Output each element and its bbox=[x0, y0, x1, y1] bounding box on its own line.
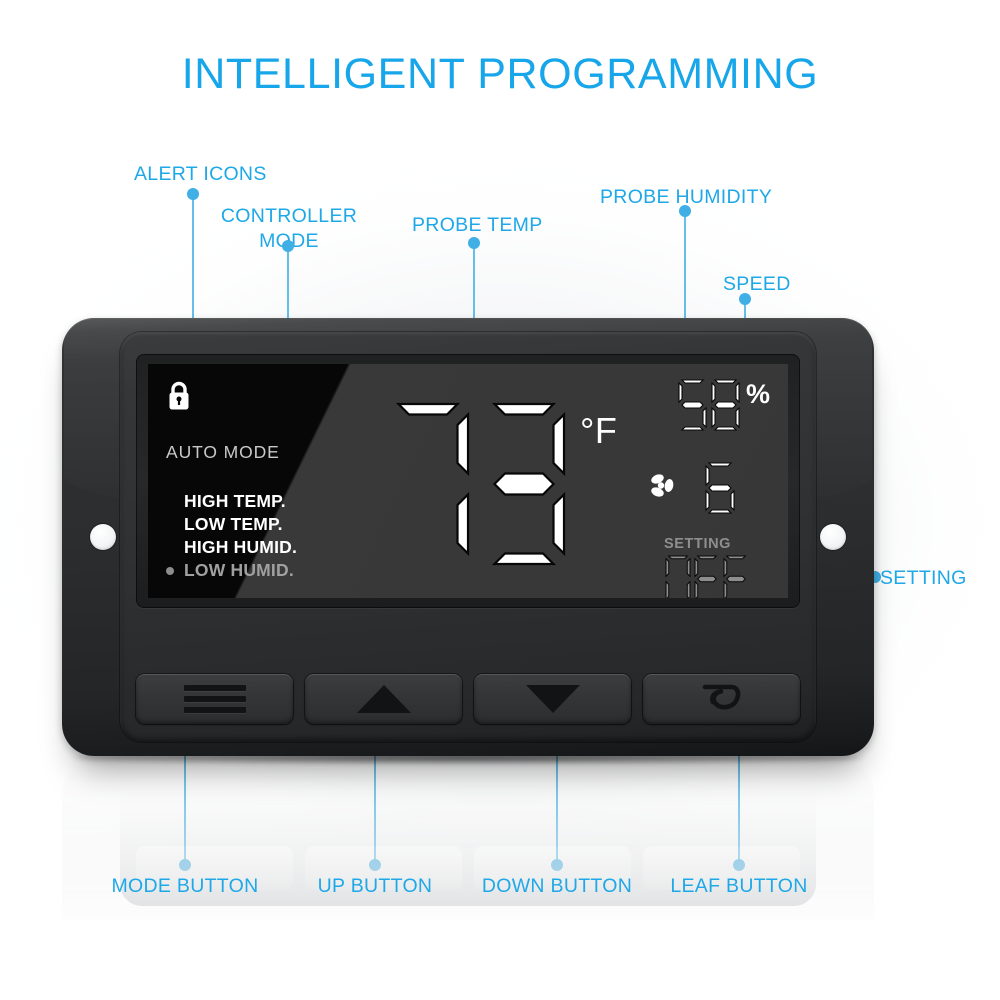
callout-leaf-button: LEAF BUTTON bbox=[670, 875, 808, 897]
bottom-callout-group: MODE BUTTON UP BUTTON DOWN BUTTON LEAF B… bbox=[0, 874, 1000, 900]
humidity-unit: % bbox=[745, 379, 770, 409]
callout-down-button: DOWN BUTTON bbox=[481, 875, 633, 897]
mode-button[interactable] bbox=[136, 674, 293, 724]
probe-humidity: % bbox=[677, 378, 770, 432]
triangle-up-icon bbox=[356, 685, 411, 713]
humidity-seven-segment bbox=[678, 379, 740, 431]
mounting-screw-right bbox=[820, 524, 846, 550]
fan-speed bbox=[648, 461, 738, 515]
triangle-down-icon bbox=[525, 685, 580, 713]
temperature-seven-segment bbox=[395, 402, 566, 566]
controller-mode-text: AUTO MODE bbox=[166, 442, 280, 462]
alert-row: HIGH TEMP. bbox=[184, 490, 297, 513]
up-button[interactable] bbox=[305, 674, 462, 724]
setting-display: SETTING bbox=[664, 536, 748, 598]
alert-label: LOW TEMP. bbox=[184, 514, 283, 535]
alert-label: LOW HUMID. bbox=[184, 560, 294, 581]
lcd-bezel: AUTO MODE HIGH TEMP. LOW TEMP. HIGH HUMI… bbox=[136, 354, 800, 608]
alert-row: LOW TEMP. bbox=[184, 513, 297, 536]
down-button[interactable] bbox=[474, 674, 631, 724]
fan-icon bbox=[648, 473, 678, 504]
lock-icon bbox=[166, 380, 192, 417]
temperature-unit: °F bbox=[580, 410, 618, 451]
callout-up-button: UP BUTTON bbox=[317, 875, 433, 897]
leaf-button[interactable] bbox=[643, 674, 800, 724]
hamburger-icon bbox=[183, 680, 246, 718]
setting-label: SETTING bbox=[664, 536, 732, 552]
lcd-screen: AUTO MODE HIGH TEMP. LOW TEMP. HIGH HUMI… bbox=[148, 364, 788, 598]
leaf-icon bbox=[702, 684, 740, 710]
mounting-screw-left bbox=[90, 524, 116, 550]
device-faceplate: AUTO MODE HIGH TEMP. LOW TEMP. HIGH HUMI… bbox=[120, 332, 816, 742]
callout-mode-button: MODE BUTTON bbox=[111, 875, 259, 897]
probe-temperature: °F bbox=[384, 400, 617, 570]
alert-row: LOW HUMID. bbox=[166, 559, 297, 582]
fan-speed-seven-segment bbox=[705, 462, 735, 514]
controller-device: AUTO MODE HIGH TEMP. LOW TEMP. HIGH HUMI… bbox=[62, 318, 874, 756]
alert-label: HIGH HUMID. bbox=[184, 537, 298, 558]
setting-value-seven-segment bbox=[665, 555, 747, 598]
alert-row: HIGH HUMID. bbox=[184, 536, 297, 559]
alert-list: HIGH TEMP. LOW TEMP. HIGH HUMID. LOW HUM… bbox=[166, 490, 297, 582]
alert-active-bullet-icon bbox=[166, 567, 174, 576]
alert-label: HIGH TEMP. bbox=[184, 491, 286, 511]
button-row bbox=[136, 674, 800, 724]
